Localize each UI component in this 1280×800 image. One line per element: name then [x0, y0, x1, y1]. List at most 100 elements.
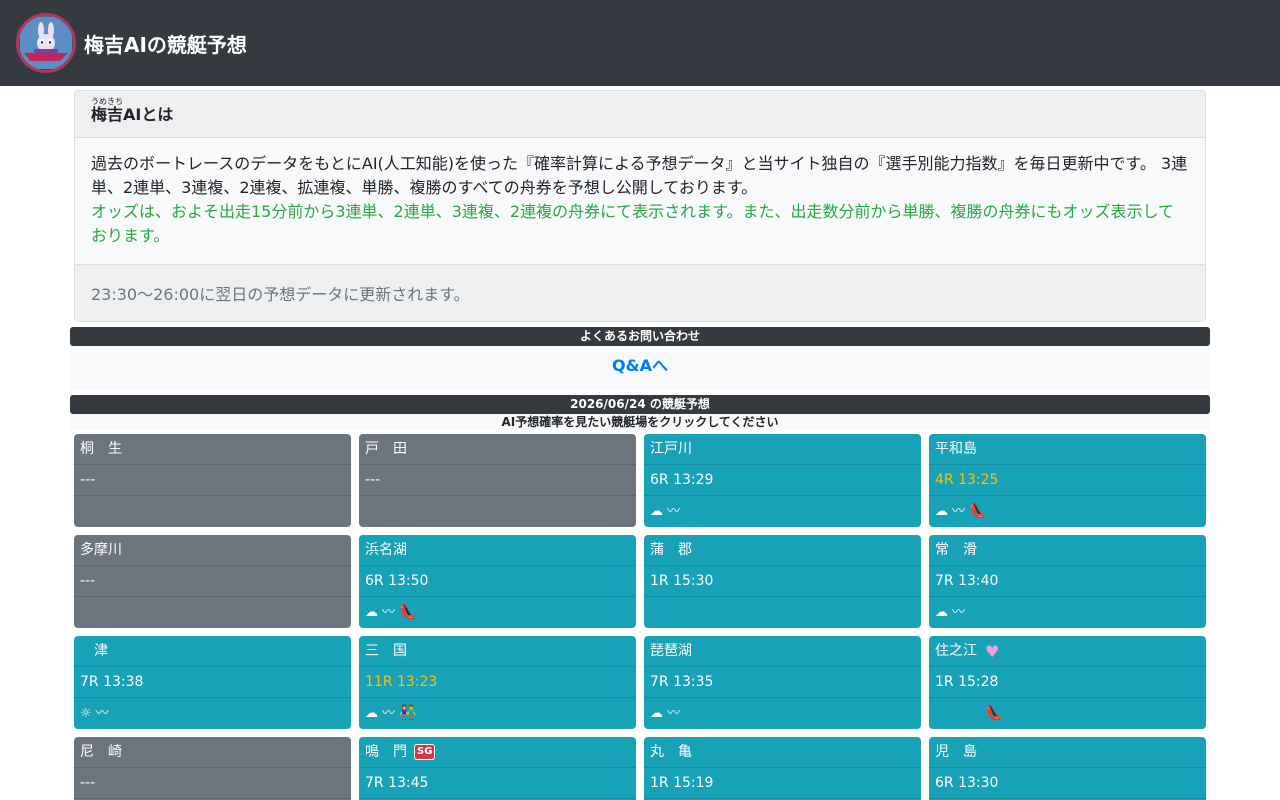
cloudy-icon: ☁	[650, 504, 663, 519]
venue-name: 琵琶湖	[644, 636, 921, 667]
about-description: 過去のボートレースのデータをもとにAI(人工知能)を使った『確率計算による予想デ…	[91, 154, 1188, 197]
race-time: 1R 15:30	[650, 572, 714, 589]
update-note: 23:30〜26:00に翌日の予想データに更新されます。	[75, 264, 1205, 321]
venue-conditions	[359, 496, 636, 527]
faq-title: よくあるお問い合わせ	[70, 327, 1210, 346]
venue-name: 尼 崎	[74, 737, 351, 768]
high-heel-icon: 👠	[985, 705, 1003, 721]
site-logo[interactable]	[16, 13, 76, 73]
wind-icon: 〰	[667, 706, 681, 721]
about-title: 梅吉うめきちAIとは	[91, 97, 174, 124]
race-time: 7R 13:38	[80, 673, 144, 690]
venue-conditions	[644, 597, 921, 628]
predictions-title: 2026/06/24 の競艇予想	[70, 395, 1210, 414]
venue-card-heiwajima[interactable]: 平和島 4R 13:25 ☁ 〰 👠	[929, 434, 1206, 527]
race-time: 7R 13:40	[935, 572, 999, 589]
venue-card-tokoname[interactable]: 常 滑 7R 13:40 ☁ 〰	[929, 535, 1206, 628]
venue-conditions	[74, 597, 351, 628]
venue-name-row: 住之江 ♥	[929, 636, 1206, 667]
faq-box: Q&Aへ	[70, 346, 1210, 390]
cloudy-icon: ☁	[365, 605, 378, 620]
race-time: 7R 13:45	[365, 774, 429, 791]
venue-card-kojima[interactable]: 児 島 6R 13:30	[929, 737, 1206, 800]
venue-name: 蒲 郡	[644, 535, 921, 566]
venue-conditions: 👠	[929, 698, 1206, 729]
venue-conditions: ☁ 〰 👫	[359, 698, 636, 729]
venue-conditions: ☁ 〰 👠	[359, 597, 636, 628]
race-time: ---	[74, 465, 351, 496]
venue-card-marugame[interactable]: 丸 亀 1R 15:19	[644, 737, 921, 800]
venue-card-tamagawa[interactable]: 多摩川 ---	[74, 535, 351, 628]
heart-icon: ♥	[985, 641, 1000, 661]
venue-card-naruto[interactable]: 鳴 門 SG 7R 13:45	[359, 737, 636, 800]
odds-note: オッズは、およそ出走15分前から3連単、2連単、3連複、2連複の舟券にて表示され…	[91, 202, 1174, 245]
venue-name: 常 滑	[929, 535, 1206, 566]
high-heel-icon: 👠	[969, 503, 987, 519]
venue-name: 丸 亀	[644, 737, 921, 768]
venue-card-amagasaki[interactable]: 尼 崎 ---	[74, 737, 351, 800]
venue-card-kiryu[interactable]: 桐 生 ---	[74, 434, 351, 527]
race-time: ---	[359, 465, 636, 496]
sg-badge: SG	[414, 744, 436, 760]
about-card-body: 過去のボートレースのデータをもとにAI(人工知能)を使った『確率計算による予想デ…	[75, 138, 1205, 264]
venue-card-gamagori[interactable]: 蒲 郡 1R 15:30	[644, 535, 921, 628]
about-card-header: 梅吉うめきちAIとは	[75, 91, 1205, 138]
venue-card-edogawa[interactable]: 江戸川 6R 13:29 ☁ 〰	[644, 434, 921, 527]
race-time: 11R 13:23	[365, 673, 438, 690]
venue-conditions: ☁ 〰	[929, 597, 1206, 628]
wind-icon: 〰	[95, 706, 109, 721]
cloudy-icon: ☁	[650, 706, 663, 721]
venue-name: 浜名湖	[359, 535, 636, 566]
wind-icon: 〰	[382, 605, 396, 620]
venue-name: 戸 田	[359, 434, 636, 465]
venue-name: 鳴 門	[365, 743, 407, 760]
predictions-instruction: AI予想確率を見たい競艇場をクリックしてください	[70, 414, 1210, 430]
race-time: 6R 13:30	[935, 774, 999, 791]
venue-name: 児 島	[929, 737, 1206, 768]
about-card: 梅吉うめきちAIとは 過去のボートレースのデータをもとにAI(人工知能)を使った…	[74, 90, 1206, 322]
wind-icon: 〰	[382, 706, 396, 721]
venue-name: 津	[74, 636, 351, 667]
venue-conditions: ☼ 〰	[74, 698, 351, 729]
venue-card-hamanako[interactable]: 浜名湖 6R 13:50 ☁ 〰 👠	[359, 535, 636, 628]
venue-name-row: 鳴 門 SG	[359, 737, 636, 768]
venue-name: 平和島	[929, 434, 1206, 465]
race-time: ---	[74, 768, 351, 799]
venue-conditions: ☁ 〰	[644, 698, 921, 729]
wind-icon: 〰	[952, 605, 966, 620]
couple-icon: 👫	[399, 705, 417, 721]
race-time: 6R 13:50	[365, 572, 429, 589]
venue-name: 江戸川	[644, 434, 921, 465]
rabbit-boat-logo-icon	[20, 17, 72, 69]
venue-grid: 桐 生 --- 戸 田 --- 江戸川 6R 13:29 ☁ 〰 平和島 4R …	[70, 430, 1210, 800]
venue-card-toda[interactable]: 戸 田 ---	[359, 434, 636, 527]
venue-card-tsu[interactable]: 津 7R 13:38 ☼ 〰	[74, 636, 351, 729]
race-time: ---	[74, 566, 351, 597]
race-time: 1R 15:28	[935, 673, 999, 690]
sunny-icon: ☼	[80, 706, 92, 721]
cloudy-icon: ☁	[935, 605, 948, 620]
venue-name: 住之江	[935, 642, 977, 659]
venue-card-biwako[interactable]: 琵琶湖 7R 13:35 ☁ 〰	[644, 636, 921, 729]
venue-conditions: ☁ 〰 👠	[929, 496, 1206, 527]
race-time: 7R 13:35	[650, 673, 714, 690]
race-time: 4R 13:25	[935, 471, 999, 488]
wind-icon: 〰	[667, 504, 681, 519]
venue-conditions: ☁ 〰	[644, 496, 921, 527]
venue-conditions	[74, 496, 351, 527]
race-time: 1R 15:19	[650, 774, 714, 791]
venue-card-suminoe[interactable]: 住之江 ♥ 1R 15:28 👠	[929, 636, 1206, 729]
cloudy-icon: ☁	[365, 706, 378, 721]
high-heel-icon: 👠	[399, 604, 417, 620]
cloudy-icon: ☁	[935, 504, 948, 519]
top-navbar: 梅吉AIの競艇予想	[0, 0, 1280, 86]
site-title[interactable]: 梅吉AIの競艇予想	[84, 29, 247, 58]
race-time: 6R 13:29	[650, 471, 714, 488]
venue-name: 桐 生	[74, 434, 351, 465]
venue-card-mikuni[interactable]: 三 国 11R 13:23 ☁ 〰 👫	[359, 636, 636, 729]
qa-link[interactable]: Q&Aへ	[612, 356, 668, 375]
venue-name: 多摩川	[74, 535, 351, 566]
wind-icon: 〰	[952, 504, 966, 519]
main-content: 梅吉うめきちAIとは 過去のボートレースのデータをもとにAI(人工知能)を使った…	[70, 86, 1210, 800]
venue-name: 三 国	[359, 636, 636, 667]
